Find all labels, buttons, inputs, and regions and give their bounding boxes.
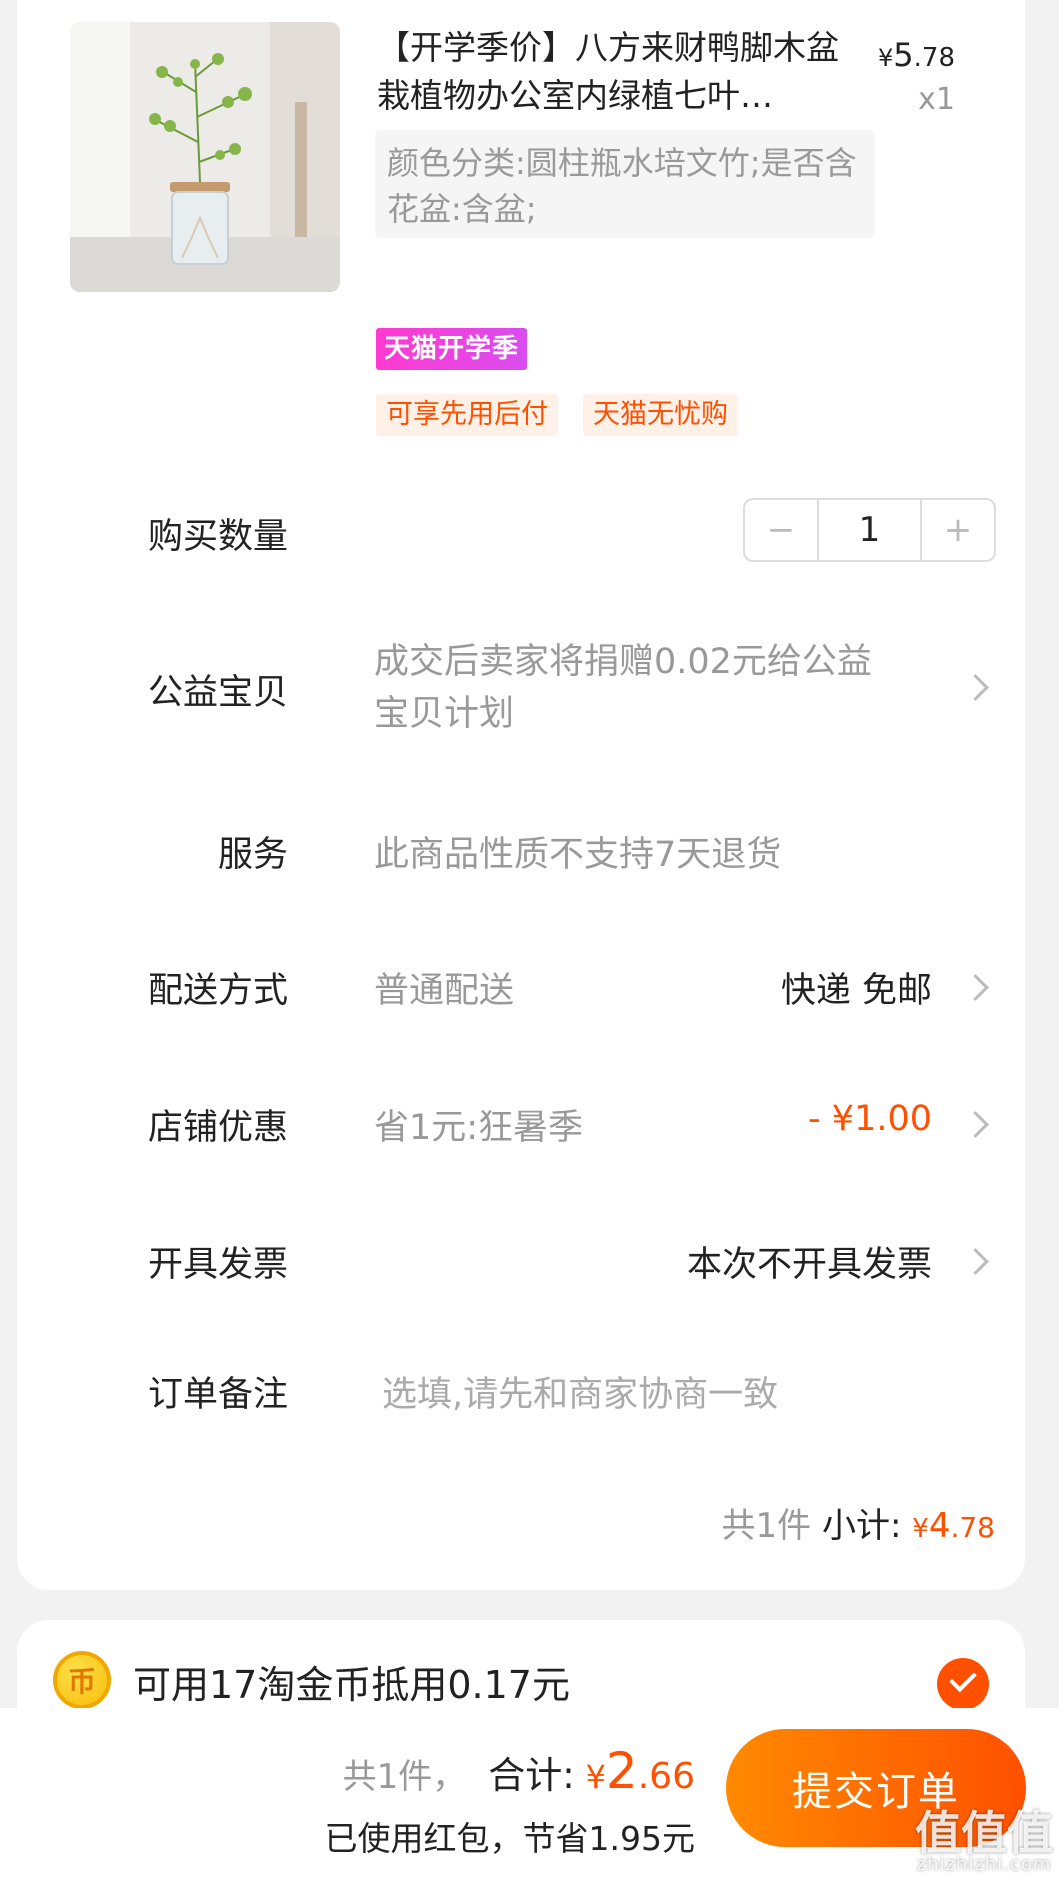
coin-deduction-text: 可用17淘金币抵用0.17元 xyxy=(133,1663,570,1707)
shop-discount-label: 店铺优惠 xyxy=(147,1108,288,1148)
service-label: 服务 xyxy=(217,835,288,875)
checkout-bar: 共1件， 合计: ¥2.66 已使用红包，节省1.95元 提交订单 值值值 zhi… xyxy=(0,1708,1059,1879)
worry-free-tag: 天猫无忧购 xyxy=(583,394,738,436)
total-decimal: .66 xyxy=(637,1756,695,1797)
charity-label: 公益宝贝 xyxy=(147,673,288,713)
subtotal-decimal: .78 xyxy=(950,1511,995,1544)
shop-discount-amount: - ¥1.00 xyxy=(808,1099,932,1139)
quantity-stepper: − 1 + xyxy=(743,498,996,562)
chevron-right-icon xyxy=(962,1248,989,1275)
quantity-label: 购买数量 xyxy=(147,517,288,557)
invoice-label: 开具发票 xyxy=(147,1245,288,1285)
delivery-value: 普通配送 xyxy=(374,971,515,1011)
product-quantity: x1 xyxy=(918,82,955,117)
check-icon[interactable] xyxy=(937,1658,989,1710)
chevron-right-icon xyxy=(962,974,989,1001)
watermark-main: 值值值 xyxy=(915,1806,1053,1860)
order-item-card: 【开学季价】八方来财鸭脚木盆栽植物办公室内绿植七叶… ¥5.78 x1 颜色分类… xyxy=(17,0,1025,1590)
tmall-school-badge: 天猫开学季 xyxy=(376,328,528,370)
product-thumbnail[interactable] xyxy=(70,22,340,292)
plant-image xyxy=(70,22,340,292)
charity-value: 成交后卖家将捐赠0.02元给公益 宝贝计划 xyxy=(374,636,872,740)
subtotal-label: 小计: xyxy=(822,1506,902,1546)
delivery-label: 配送方式 xyxy=(147,971,288,1011)
total-count: 共1件， xyxy=(342,1757,467,1797)
shop-discount-value: 省1元:狂暑季 xyxy=(374,1108,584,1148)
product-price: ¥5.78 xyxy=(878,36,955,74)
quantity-value[interactable]: 1 xyxy=(817,500,922,560)
subtotal-currency: ¥ xyxy=(912,1514,929,1544)
watermark-url: zhizhizhi.com xyxy=(916,1854,1052,1875)
subtotal-amount: ¥4.78 xyxy=(912,1506,995,1546)
product-title[interactable]: 【开学季价】八方来财鸭脚木盆栽植物办公室内绿植七叶… xyxy=(377,24,857,120)
delivery-method: 快递 免邮 xyxy=(780,971,932,1011)
invoice-value: 本次不开具发票 xyxy=(686,1245,932,1285)
quantity-increase-button[interactable]: + xyxy=(922,500,994,560)
redpack-savings-note: 已使用红包，节省1.95元 xyxy=(324,1819,695,1858)
charity-value-line1: 成交后卖家将捐赠0.02元给公益 xyxy=(374,642,872,682)
subtotal-integer: 4 xyxy=(928,1506,951,1546)
charity-value-line2: 宝贝计划 xyxy=(374,694,515,734)
pay-later-tag: 可享先用后付 xyxy=(376,394,558,436)
subtotal-count: 共1件 xyxy=(721,1506,812,1546)
price-currency: ¥ xyxy=(878,44,894,72)
total-integer: 2 xyxy=(605,1742,638,1800)
total-amount: ¥2.66 xyxy=(586,1742,695,1800)
order-note-label: 订单备注 xyxy=(147,1375,288,1415)
quantity-decrease-button[interactable]: − xyxy=(745,500,817,560)
price-decimal: .78 xyxy=(913,43,955,73)
service-value: 此商品性质不支持7天退货 xyxy=(374,835,782,875)
chevron-right-icon xyxy=(962,1111,989,1138)
total-line: 共1件， 合计: ¥2.66 xyxy=(343,1742,695,1800)
sku-info: 颜色分类:圆柱瓶水培文竹;是否含花盆:含盆; xyxy=(375,130,875,238)
subtotal: 共1件 小计: ¥4.78 xyxy=(722,1498,995,1547)
site-watermark: 值值值 zhizhizhi.com xyxy=(915,1810,1053,1875)
total-currency: ¥ xyxy=(585,1758,606,1796)
order-note-input[interactable]: 选填,请先和商家协商一致 xyxy=(382,1366,778,1417)
chevron-right-icon xyxy=(962,674,989,701)
coin-icon xyxy=(53,1651,111,1709)
price-integer: 5 xyxy=(893,36,914,74)
total-label: 合计: xyxy=(488,1754,575,1797)
